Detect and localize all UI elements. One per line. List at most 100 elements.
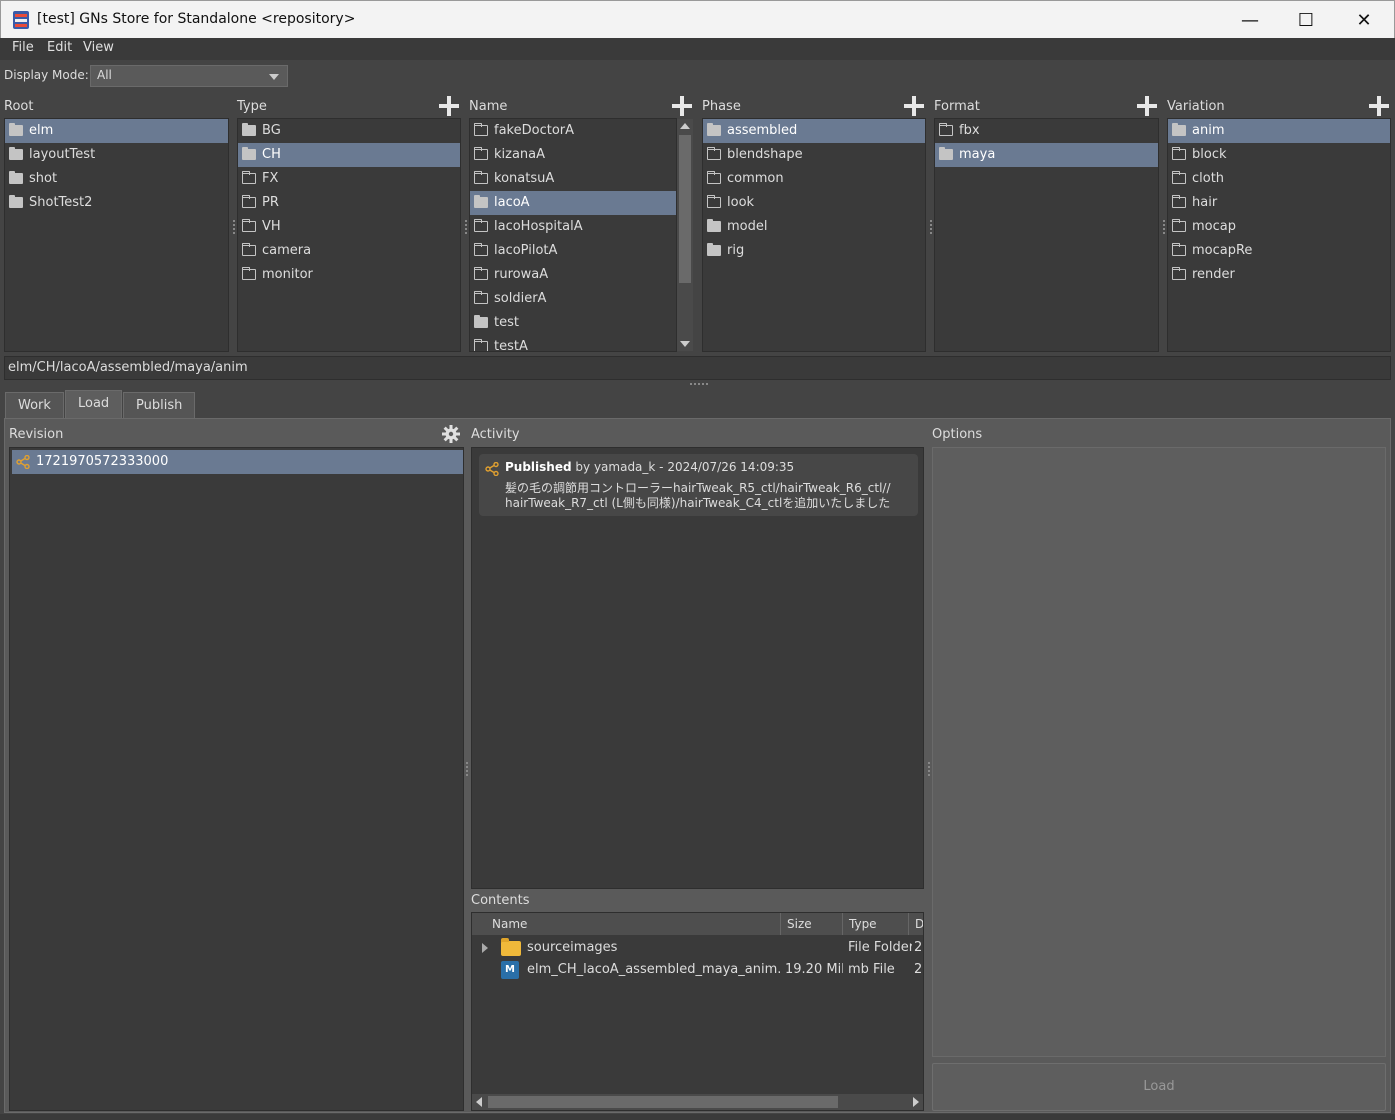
add-name-button[interactable] [672, 96, 692, 116]
add-type-button[interactable] [439, 96, 459, 116]
scroll-left-icon[interactable] [476, 1097, 482, 1107]
name-list-item[interactable]: lacoA [470, 191, 676, 215]
format-list-item[interactable]: fbx [935, 119, 1158, 143]
column-header-size[interactable]: Size [781, 913, 843, 935]
contents-scrollbar[interactable] [472, 1094, 923, 1110]
display-mode-select[interactable]: All [90, 65, 288, 87]
name-list-item[interactable]: soldierA [470, 287, 676, 311]
scroll-up-icon[interactable] [680, 123, 690, 129]
scroll-right-icon[interactable] [913, 1097, 919, 1107]
window-title: [test] GNs Store for Standalone <reposit… [37, 11, 356, 27]
revision-item[interactable]: 1721970572333000 [12, 450, 463, 474]
minimize-button[interactable]: — [1227, 5, 1273, 35]
name-list-item[interactable]: kizanaA [470, 143, 676, 167]
root-list-item[interactable]: shot [5, 167, 228, 191]
name-list-item[interactable]: lacoHospitalA [470, 215, 676, 239]
column-splitter[interactable] [930, 220, 932, 234]
variation-list-item[interactable]: anim [1168, 119, 1390, 143]
column-header-date[interactable]: Da [909, 913, 923, 935]
path-text: elm/CH/lacoA/assembled/maya/anim [8, 360, 248, 375]
gear-icon[interactable] [442, 425, 460, 443]
menu-view[interactable]: View [83, 40, 114, 55]
phase-list-item[interactable]: common [703, 167, 925, 191]
name-list-item[interactable]: fakeDoctorA [470, 119, 676, 143]
name-list-item[interactable]: lacoPilotA [470, 239, 676, 263]
add-variation-button[interactable] [1369, 96, 1389, 116]
scroll-thumb[interactable] [679, 135, 691, 283]
activity-entry[interactable]: Published by yamada_k - 2024/07/26 14:09… [479, 454, 918, 516]
phase-list-item[interactable]: blendshape [703, 143, 925, 167]
scroll-thumb[interactable] [488, 1096, 838, 1108]
root-list-item[interactable]: layoutTest [5, 143, 228, 167]
add-format-button[interactable] [1137, 96, 1157, 116]
tab-publish[interactable]: Publish [123, 392, 196, 418]
column-header-name[interactable]: Name [472, 913, 781, 935]
path-field[interactable]: elm/CH/lacoA/assembled/maya/anim [4, 356, 1391, 380]
phase-list-item[interactable]: model [703, 215, 925, 239]
tab-work[interactable]: Work [5, 392, 64, 418]
name-column-header: Name [469, 99, 508, 114]
type-item-label: VH [262, 219, 281, 234]
name-item-label: lacoA [494, 195, 530, 210]
tab-load[interactable]: Load [65, 390, 123, 418]
column-header-type[interactable]: Type [843, 913, 909, 935]
folder-icon [242, 195, 256, 208]
variation-list-item[interactable]: cloth [1168, 167, 1390, 191]
type-list-item[interactable]: FX [238, 167, 460, 191]
activity-list: Published by yamada_k - 2024/07/26 14:09… [471, 447, 924, 889]
type-list-item[interactable]: BG [238, 119, 460, 143]
phase-list-item[interactable]: assembled [703, 119, 925, 143]
root-list-item[interactable]: elm [5, 119, 228, 143]
variation-list-item[interactable]: hair [1168, 191, 1390, 215]
type-list-item[interactable]: CH [238, 143, 460, 167]
scroll-down-icon[interactable] [680, 341, 690, 347]
phase-list-item[interactable]: rig [703, 239, 925, 263]
folder-icon [242, 219, 256, 232]
type-column-header: Type [237, 99, 267, 114]
variation-list-item[interactable]: mocapRe [1168, 239, 1390, 263]
activity-label: Activity [471, 427, 520, 442]
status-bar [0, 1114, 1395, 1120]
column-splitter[interactable] [465, 220, 467, 234]
variation-list-item[interactable]: block [1168, 143, 1390, 167]
type-list-item[interactable]: VH [238, 215, 460, 239]
app-icon [13, 11, 29, 29]
pane-splitter[interactable] [928, 762, 930, 776]
name-list-item[interactable]: konatsuA [470, 167, 676, 191]
root-list-item[interactable]: ShotTest2 [5, 191, 228, 215]
options-panel [932, 447, 1386, 1057]
load-button[interactable]: Load [932, 1063, 1386, 1111]
variation-item-label: hair [1192, 195, 1218, 210]
variation-item-label: anim [1192, 123, 1225, 138]
menu-file[interactable]: File [12, 40, 34, 55]
name-list-item[interactable]: rurowaA [470, 263, 676, 287]
phase-list: assembled blendshape common look model rig [702, 118, 926, 352]
name-list-scrollbar[interactable] [677, 119, 693, 351]
format-list-item[interactable]: maya [935, 143, 1158, 167]
variation-item-label: mocapRe [1192, 243, 1253, 258]
folder-icon [9, 147, 23, 160]
column-splitter[interactable] [1163, 220, 1165, 234]
type-list-item[interactable]: PR [238, 191, 460, 215]
type-list-item[interactable]: camera [238, 239, 460, 263]
variation-list-item[interactable]: render [1168, 263, 1390, 287]
folder-icon [1172, 147, 1186, 160]
horizontal-splitter[interactable] [690, 383, 708, 385]
column-splitter[interactable] [233, 220, 235, 234]
folder-icon [1172, 195, 1186, 208]
type-list-item[interactable]: monitor [238, 263, 460, 287]
name-list-item[interactable]: test [470, 311, 676, 335]
variation-item-label: cloth [1192, 171, 1225, 186]
variation-list-item[interactable]: mocap [1168, 215, 1390, 239]
pane-splitter[interactable] [466, 762, 468, 776]
add-phase-button[interactable] [904, 96, 924, 116]
phase-list-item[interactable]: look [703, 191, 925, 215]
table-row[interactable]: sourceimages File Folder 20 [472, 937, 923, 959]
maximize-button[interactable]: ☐ [1283, 5, 1329, 35]
close-button[interactable]: ✕ [1341, 5, 1387, 35]
menu-edit[interactable]: Edit [47, 40, 72, 55]
name-list-item[interactable]: testA [470, 335, 676, 351]
name-item-label: fakeDoctorA [494, 123, 575, 138]
expand-arrow-icon[interactable] [482, 943, 488, 953]
table-row[interactable]: M elm_CH_lacoA_assembled_maya_anim.mb 19… [472, 959, 923, 981]
